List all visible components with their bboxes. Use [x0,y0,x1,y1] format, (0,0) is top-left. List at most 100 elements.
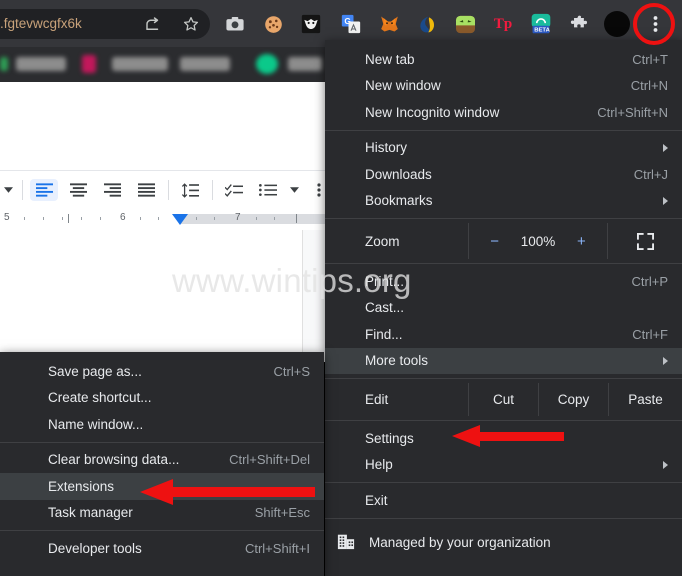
fullscreen-button[interactable] [608,223,682,259]
menu-item-history[interactable]: History [325,135,682,162]
justify-button[interactable] [132,179,160,201]
menu-item-label: More tools [365,353,429,369]
menu-item-bookmarks[interactable]: Bookmarks [325,188,682,215]
menu-item-more-tools[interactable]: More tools [325,347,682,374]
bookmark-item[interactable] [0,57,8,71]
menu-item-print[interactable]: Print... Ctrl+P [325,268,682,295]
wallet-extension-icon[interactable] [416,13,438,35]
menu-item-label: Bookmarks [365,193,433,209]
menu-item-exit[interactable]: Exit [325,487,682,514]
extensions-puzzle-icon[interactable] [568,13,590,35]
align-right-button[interactable] [98,179,126,201]
green-monster-extension-icon[interactable] [454,13,476,35]
menu-item-help[interactable]: Help [325,452,682,479]
share-icon[interactable] [142,13,164,35]
bookmark-item[interactable] [82,55,96,73]
menu-item-label: New Incognito window [365,104,500,120]
menu-item-label: Help [365,457,393,473]
menu-separator [325,218,682,219]
zoom-in-button[interactable]: + [577,233,586,250]
menu-separator [325,378,682,379]
menu-item-label: Task manager [48,505,133,521]
svg-text:BETA: BETA [534,28,550,34]
zoom-out-button[interactable]: − [490,233,499,250]
tp-extension-icon[interactable]: Tp [492,13,514,35]
menu-item-accelerator: Ctrl+Shift+I [244,540,310,556]
menu-item-accelerator: Ctrl+Shift+Del [229,452,310,468]
menu-item-accelerator: Ctrl+N [630,78,668,94]
bookmark-item[interactable] [112,57,168,71]
managed-by-organization-row[interactable]: Managed by your organization [325,523,682,563]
metamask-fox-icon[interactable] [378,13,400,35]
chrome-menu-button-highlight [633,3,675,45]
menu-item-label: Developer tools [48,540,142,556]
edit-label: Edit [325,383,469,416]
menu-item-downloads[interactable]: Downloads Ctrl+J [325,161,682,188]
align-left-button[interactable] [30,179,58,201]
bookmark-item[interactable] [288,57,322,71]
zoom-controls: − 100% + [469,223,608,259]
more-tools-submenu[interactable]: Save page as... Ctrl+S Create shortcut..… [0,352,324,576]
menu-item-find[interactable]: Find... Ctrl+F [325,321,682,348]
document-gutter [303,230,325,362]
screenshot-camera-icon[interactable] [224,13,246,35]
ruler-mark: 7 [235,212,241,223]
toolbar-dropdown-caret-icon[interactable] [0,179,16,201]
menu-item-cast[interactable]: Cast... [325,295,682,322]
line-spacing-button[interactable] [176,179,204,201]
bookmark-item[interactable] [180,57,230,71]
menu-item-label: Print... [365,273,405,289]
menu-separator [0,530,324,531]
document-body[interactable] [0,230,325,362]
menu-item-label: Save page as... [48,363,142,379]
submenu-item-save-page-as[interactable]: Save page as... Ctrl+S [0,358,324,385]
menu-item-label: Downloads [365,166,432,182]
menu-item-accelerator: Ctrl+P [631,273,668,289]
menu-item-accelerator: Ctrl+J [633,166,668,182]
submenu-item-extensions[interactable]: Extensions [0,473,324,500]
submenu-item-name-window[interactable]: Name window... [0,411,324,438]
align-center-button[interactable] [64,179,92,201]
bulleted-list-button[interactable] [254,179,282,201]
screenshot-root: .fgtevwcgfx6k G Tp BETA 5 6 7 New tab Ct… [0,0,682,576]
bookmark-star-icon[interactable] [180,13,202,35]
owl-extension-icon[interactable] [300,13,322,35]
menu-item-settings[interactable]: Settings [325,425,682,452]
bookmark-item[interactable] [256,54,278,74]
paste-button[interactable]: Paste [609,383,682,416]
document-page[interactable] [0,230,303,362]
managed-by-organization-label: Managed by your organization [369,535,551,550]
chevron-right-icon [663,460,668,469]
menu-item-new-incognito-window[interactable]: New Incognito window Ctrl+Shift+N [325,99,682,126]
menu-item-label: Settings [365,430,414,446]
bookmark-item[interactable] [16,57,66,71]
submenu-item-task-manager[interactable]: Task manager Shift+Esc [0,500,324,527]
ruler-mark: 5 [4,212,10,223]
menu-separator [0,441,324,443]
google-translate-icon[interactable]: G [340,13,362,35]
menu-item-label: Cast... [365,300,405,316]
menu-item-label: New tab [365,51,415,67]
chevron-right-icon [663,196,668,205]
menu-item-new-tab[interactable]: New tab Ctrl+T [325,46,682,73]
submenu-item-create-shortcut[interactable]: Create shortcut... [0,385,324,412]
docs-ruler[interactable]: 5 6 7 [0,208,325,230]
indent-marker-icon[interactable] [172,214,188,225]
chevron-right-icon [663,356,668,365]
list-options-caret-icon[interactable] [286,179,302,201]
menu-item-accelerator: Ctrl+S [273,363,310,379]
menu-item-new-window[interactable]: New window Ctrl+N [325,73,682,100]
submenu-item-clear-browsing-data[interactable]: Clear browsing data... Ctrl+Shift+Del [0,447,324,474]
submenu-item-developer-tools[interactable]: Developer tools Ctrl+Shift+I [0,535,324,562]
checklist-button[interactable] [220,179,248,201]
cookie-extension-icon[interactable] [262,13,284,35]
organization-building-icon [337,532,355,553]
beta-extension-icon[interactable]: BETA [530,13,552,35]
copy-button[interactable]: Copy [539,383,609,416]
toolbar-overflow-icon[interactable] [312,179,325,201]
profile-avatar-icon[interactable] [604,11,630,37]
menu-item-label: Create shortcut... [48,390,152,406]
menu-separator [325,129,682,131]
cut-button[interactable]: Cut [469,383,539,416]
chrome-main-menu[interactable]: New tab Ctrl+T New window Ctrl+N New Inc… [325,40,682,576]
